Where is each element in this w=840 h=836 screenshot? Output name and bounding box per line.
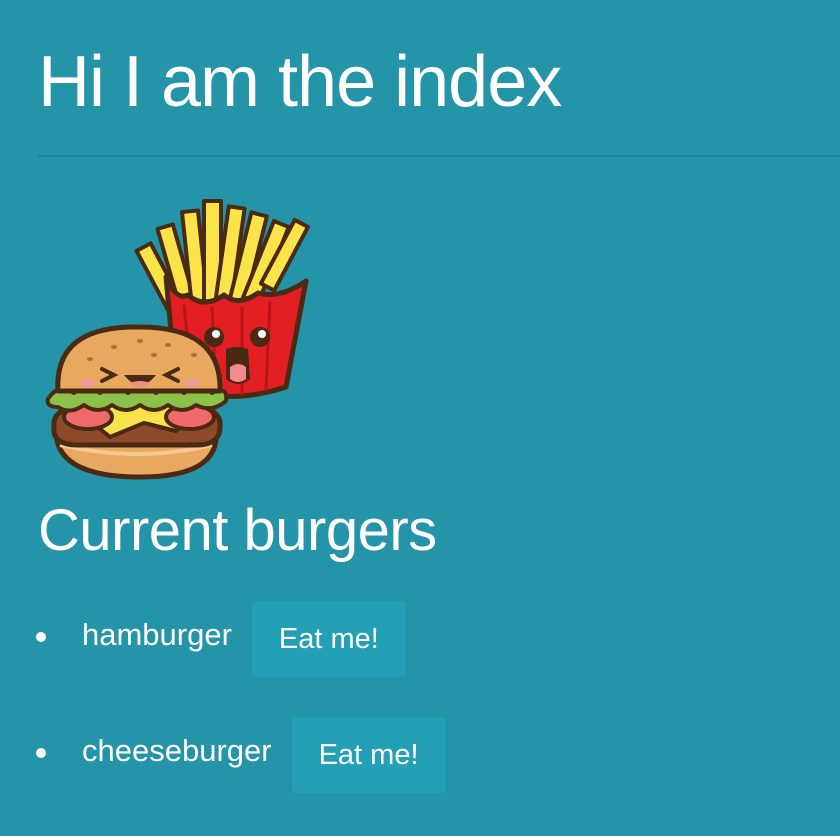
eat-me-button[interactable]: Eat me! [291, 717, 446, 793]
page-title: Hi I am the index [38, 42, 562, 122]
burger-list-item: hamburger Eat me! [36, 601, 406, 677]
bullet-icon [36, 632, 46, 642]
bullet-icon [36, 748, 46, 758]
burger-fries-image [45, 199, 310, 480]
burger-list-item: cheeseburger Eat me! [36, 717, 446, 793]
section-title: Current burgers [38, 498, 437, 563]
burger-name: cheeseburger [82, 733, 272, 768]
burger-name: hamburger [82, 617, 232, 652]
header-divider [38, 155, 840, 157]
burger-illustration [45, 324, 229, 480]
eat-me-button[interactable]: Eat me! [251, 601, 406, 677]
